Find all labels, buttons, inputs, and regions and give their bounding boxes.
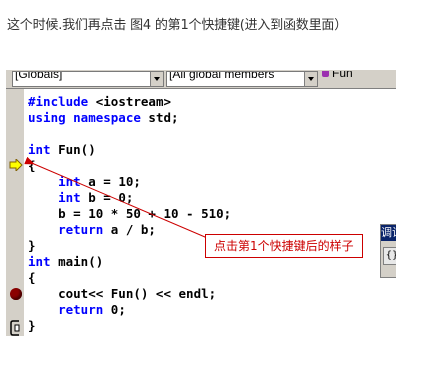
code-line[interactable]: #include <iostream> bbox=[28, 94, 171, 110]
code-line[interactable]: return 0; bbox=[28, 302, 126, 318]
code-text: Fun() bbox=[50, 142, 96, 157]
function-combo[interactable]: Fun bbox=[320, 71, 396, 85]
code-text: } bbox=[28, 238, 36, 253]
bracket-marker-icon bbox=[10, 320, 20, 336]
step-into-button[interactable]: {} bbox=[383, 247, 396, 265]
breakpoint-icon[interactable] bbox=[10, 288, 22, 300]
code-line[interactable]: return a / b; bbox=[28, 222, 156, 238]
current-line-arrow-icon bbox=[9, 159, 23, 171]
code-keyword: using namespace bbox=[28, 110, 141, 125]
code-keyword: return bbox=[28, 302, 104, 317]
code-keyword: int bbox=[28, 174, 81, 189]
code-line[interactable]: int Fun() bbox=[28, 142, 96, 158]
caption-text: 这个时候.我们再点击 图4 的第1个快捷键(进入到函数里面） bbox=[7, 18, 348, 33]
code-line[interactable]: } bbox=[28, 238, 36, 254]
debug-toolbar-panel[interactable]: 调试 {} bbox=[380, 224, 396, 278]
code-line[interactable]: { bbox=[28, 158, 36, 174]
code-keyword: #include bbox=[28, 94, 89, 109]
code-keyword: int bbox=[28, 142, 51, 157]
code-line[interactable]: int main() bbox=[28, 254, 103, 270]
code-text: b = 10 * 50 + 10 - 510; bbox=[28, 206, 232, 221]
code-line[interactable]: int a = 10; bbox=[28, 174, 141, 190]
code-line[interactable]: { bbox=[28, 270, 36, 286]
chevron-down-icon[interactable] bbox=[304, 72, 317, 86]
code-text: cout<< Fun() << endl; bbox=[28, 286, 217, 301]
code-text: std; bbox=[140, 110, 179, 125]
function-icon bbox=[322, 71, 329, 77]
annotation-callout: 点击第1个快捷键后的样子 bbox=[205, 234, 363, 258]
wizard-bar: [Globals] [All global members Fun bbox=[6, 70, 396, 89]
code-line[interactable]: } bbox=[28, 318, 36, 334]
scope-combo[interactable]: [Globals] bbox=[12, 71, 164, 87]
code-text: { bbox=[28, 270, 36, 285]
code-line[interactable]: b = 10 * 50 + 10 - 510; bbox=[28, 206, 231, 222]
code-keyword: return bbox=[28, 222, 104, 237]
code-keyword: int bbox=[28, 190, 81, 205]
code-text: a = 10; bbox=[80, 174, 141, 189]
code-editor-window: [Globals] [All global members Fun #inclu… bbox=[6, 70, 396, 336]
members-combo[interactable]: [All global members bbox=[166, 71, 318, 87]
code-text: main() bbox=[50, 254, 104, 269]
code-line[interactable]: using namespace std; bbox=[28, 110, 179, 126]
code-keyword: int bbox=[28, 254, 51, 269]
code-text: 0; bbox=[103, 302, 126, 317]
code-text: b = 0; bbox=[80, 190, 134, 205]
code-line[interactable]: int b = 0; bbox=[28, 190, 133, 206]
chevron-down-icon[interactable] bbox=[150, 72, 163, 86]
code-text: a / b; bbox=[103, 222, 156, 237]
code-line[interactable]: cout<< Fun() << endl; bbox=[28, 286, 216, 302]
debug-toolbar-title: 调试 bbox=[381, 225, 396, 241]
code-text: { bbox=[28, 158, 36, 173]
code-text: } bbox=[28, 318, 36, 333]
code-text: <iostream> bbox=[88, 94, 172, 109]
